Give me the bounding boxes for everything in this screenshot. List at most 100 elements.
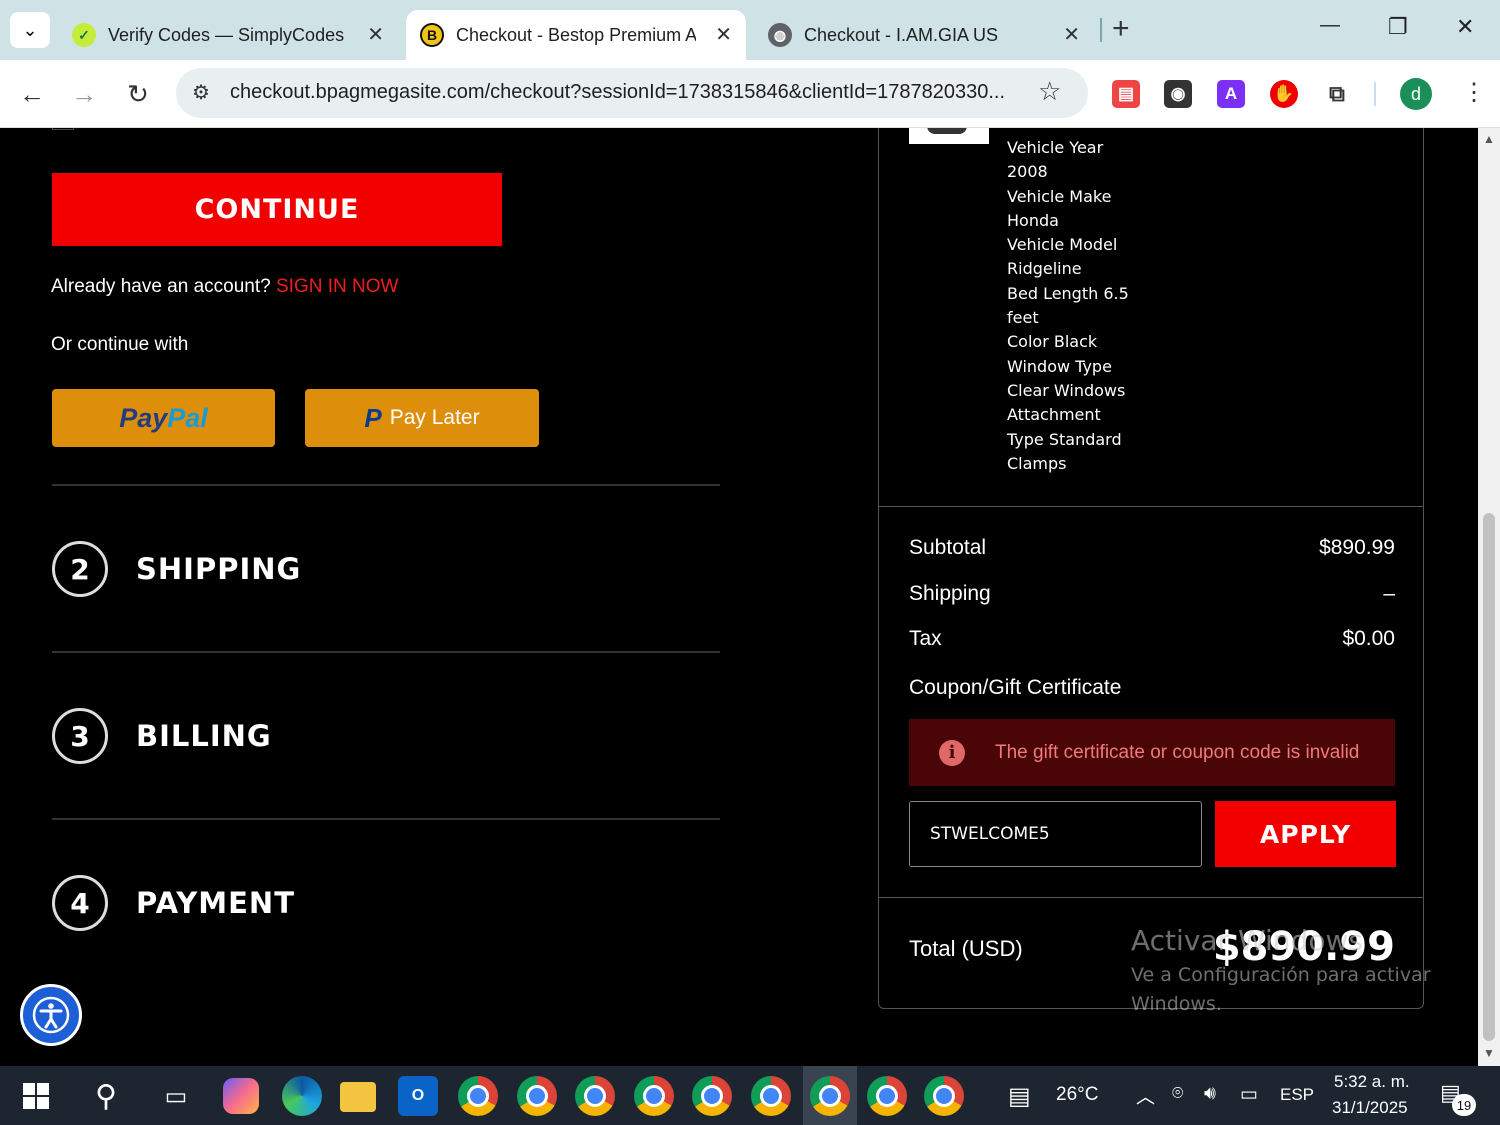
option-line: Ridgeline	[1007, 259, 1082, 279]
step-number: 3	[52, 708, 108, 764]
page-scrollbar[interactable]: ▲ ▼	[1478, 128, 1500, 1066]
scroll-up-icon[interactable]: ▲	[1483, 132, 1495, 146]
weather-icon[interactable]: ▤	[1008, 1082, 1031, 1111]
tab-checkout-iamgia[interactable]: ◍ Checkout - I.AM.GIA US ✕	[754, 10, 1094, 60]
reload-icon[interactable]: ↻	[120, 76, 156, 112]
windows-start-icon[interactable]	[16, 1076, 56, 1116]
clock-time[interactable]: 5:32 a. m.	[1334, 1072, 1410, 1092]
menu-icon[interactable]: ⋮	[1462, 78, 1486, 107]
outlook-icon[interactable]: O	[398, 1076, 438, 1116]
bestop-icon: B	[420, 23, 444, 47]
restore-button[interactable]: ❐	[1388, 14, 1408, 40]
subtotal-value: $890.99	[1319, 536, 1395, 559]
tab-search-button[interactable]: ⌄	[10, 12, 50, 48]
a-extension-icon[interactable]: A	[1217, 80, 1245, 108]
coupon-input[interactable]	[909, 801, 1202, 867]
search-icon[interactable]: ⚲	[86, 1076, 126, 1116]
option-line: Clear Windows	[1007, 380, 1126, 400]
language-indicator[interactable]: ESP	[1280, 1085, 1314, 1105]
scroll-down-icon[interactable]: ▼	[1483, 1046, 1495, 1060]
step-label: SHIPPING	[136, 552, 302, 586]
paypal-button[interactable]: Pay Pal	[52, 389, 275, 447]
weather-temp[interactable]: 26°C	[1056, 1084, 1098, 1106]
url-text[interactable]: checkout.bpagmegasite.com/checkout?sessi…	[230, 81, 1030, 104]
continue-button[interactable]: CONTINUE	[52, 173, 502, 246]
close-tab-icon[interactable]: ✕	[715, 22, 732, 47]
apply-button[interactable]: APPLY	[1215, 801, 1396, 867]
product-image	[909, 128, 989, 144]
new-tab-button[interactable]: +	[1112, 12, 1130, 46]
tax-value: $0.00	[1342, 627, 1395, 650]
sign-in-link[interactable]: SIGN IN NOW	[276, 276, 398, 297]
chevron-up-icon[interactable]: ︿	[1136, 1082, 1155, 1109]
close-tab-icon[interactable]: ✕	[1063, 22, 1080, 47]
chrome-profile-icon[interactable]	[575, 1076, 615, 1116]
tax-label: Tax	[909, 627, 942, 650]
step-billing[interactable]: 3 BILLING	[52, 706, 272, 766]
pay-later-button[interactable]: P Pay Later	[305, 389, 539, 447]
tab-title: Checkout - I.AM.GIA US	[804, 24, 999, 45]
option-line: Color Black	[1007, 332, 1098, 352]
step-number: 2	[52, 541, 108, 597]
option-line: Vehicle Year	[1007, 138, 1104, 157]
chrome-profile-icon[interactable]	[751, 1076, 791, 1116]
adblock-extension-icon[interactable]: ✋	[1270, 80, 1298, 108]
close-tab-icon[interactable]: ✕	[367, 22, 384, 47]
edge-icon[interactable]	[282, 1076, 322, 1116]
paypal-logo-pay: Pay	[119, 402, 168, 433]
profile-avatar[interactable]: d	[1400, 78, 1432, 110]
paypal-p-icon: P	[364, 402, 382, 433]
coupon-error-alert: i The gift certificate or coupon code is…	[909, 719, 1395, 786]
accessibility-button[interactable]	[20, 984, 82, 1046]
activation-watermark: Activar Windows Ve a Configuración para …	[1131, 924, 1451, 1019]
step-number: 4	[52, 875, 108, 931]
chrome-profile-icon[interactable]	[517, 1076, 557, 1116]
step-payment[interactable]: 4 PAYMENT	[52, 873, 295, 933]
meet-icon[interactable]: ⌾	[1172, 1083, 1183, 1105]
checkbox-partial[interactable]	[52, 128, 74, 130]
copilot-icon[interactable]	[223, 1078, 259, 1114]
total-label: Total (USD)	[909, 936, 1023, 961]
shopping-extension-icon[interactable]: ▤	[1112, 80, 1140, 108]
forward-icon[interactable]: →	[66, 76, 102, 112]
puzzle-icon[interactable]: ⧉	[1323, 80, 1351, 108]
scroll-thumb[interactable]	[1483, 513, 1495, 1041]
site-settings-icon[interactable]: ⚙	[192, 80, 210, 105]
option-line: Window Type	[1007, 356, 1112, 376]
summary-divider	[879, 897, 1423, 898]
address-bar[interactable]: ⚙ checkout.bpagmegasite.com/checkout?ses…	[176, 68, 1088, 118]
coupon-error-text: The gift certificate or coupon code is i…	[995, 741, 1360, 763]
subtotal-row: Subtotal $890.99	[909, 536, 1395, 560]
shipping-row: Shipping –	[909, 582, 1395, 606]
task-view-icon[interactable]: ▭	[156, 1076, 196, 1116]
option-line: Honda	[1007, 210, 1059, 230]
option-line: Clamps	[1007, 453, 1067, 473]
step-shipping[interactable]: 2 SHIPPING	[52, 539, 301, 599]
divider	[52, 484, 720, 486]
close-window-button[interactable]: ✕	[1456, 14, 1474, 40]
minimize-button[interactable]: —	[1320, 14, 1340, 37]
chrome-profile-icon[interactable]	[924, 1076, 964, 1116]
tab-verify-codes[interactable]: ✓ Verify Codes — SimplyCodes ✕	[58, 10, 398, 60]
network-icon[interactable]: ▭	[1240, 1083, 1258, 1106]
globe-icon: ◍	[768, 23, 792, 47]
option-line: Type Standard	[1007, 429, 1122, 449]
summary-divider	[879, 506, 1423, 507]
chrome-icon[interactable]	[458, 1076, 498, 1116]
volume-icon[interactable]: 🔊︎	[1204, 1083, 1216, 1105]
tab-checkout-bestop[interactable]: B Checkout - Bestop Premium Ac ✕	[406, 10, 746, 60]
clock-date[interactable]: 31/1/2025	[1332, 1098, 1408, 1118]
chrome-profile-icon[interactable]	[867, 1076, 907, 1116]
subtotal-label: Subtotal	[909, 536, 987, 559]
chrome-profile-icon-active[interactable]	[810, 1076, 850, 1116]
file-explorer-icon[interactable]	[340, 1082, 376, 1112]
option-line: Vehicle Make	[1007, 186, 1112, 206]
spy-extension-icon[interactable]: ◉	[1164, 80, 1192, 108]
watermark-title: Activar Windows	[1131, 924, 1363, 957]
chrome-profile-icon[interactable]	[692, 1076, 732, 1116]
pay-later-label: Pay Later	[389, 406, 480, 429]
bookmark-star-icon[interactable]: ☆	[1038, 76, 1061, 107]
back-icon[interactable]: ←	[14, 76, 50, 112]
chrome-profile-icon[interactable]	[634, 1076, 674, 1116]
option-line: Attachment	[1007, 405, 1101, 425]
